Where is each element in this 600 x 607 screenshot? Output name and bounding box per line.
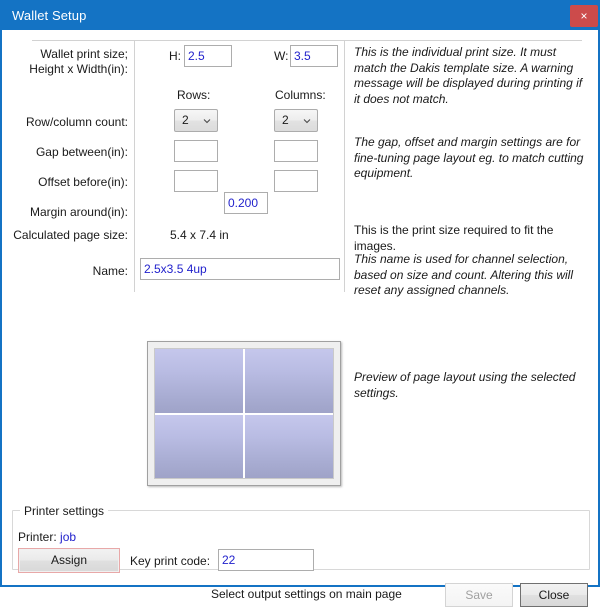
rows-header: Rows: — [177, 88, 211, 102]
assign-button[interactable]: Assign — [18, 548, 120, 573]
columns-header: Columns: — [275, 88, 326, 102]
printer-prefix: Printer: — [18, 530, 57, 544]
help-gap-offset-margin: The gap, offset and margin settings are … — [354, 135, 584, 180]
preview-cell — [155, 349, 243, 413]
chevron-down-icon — [203, 117, 211, 125]
calculated-page-size-value: 5.4 x 7.4 in — [170, 228, 229, 242]
print-size-label-line1: Wallet print size; — [40, 47, 128, 61]
preview-cell — [245, 414, 333, 478]
gap-rows-input[interactable] — [174, 140, 218, 162]
columns-count-select[interactable]: 2 — [274, 109, 318, 132]
offset-rows-input[interactable] — [174, 170, 218, 192]
height-input[interactable] — [184, 45, 232, 67]
name-label: Name: — [92, 264, 128, 278]
print-size-label-line2: Height x Width(in): — [29, 62, 128, 76]
preview-cell — [155, 414, 243, 478]
output-settings-note: Select output settings on main page — [211, 587, 402, 601]
columns-count-value: 2 — [282, 113, 289, 127]
printer-settings-title: Printer settings — [20, 504, 109, 518]
title-bar: Wallet Setup × — [2, 2, 600, 30]
key-print-code-input[interactable] — [218, 549, 314, 571]
help-calculated: This is the print size required to fit t… — [354, 223, 554, 253]
rows-count-value: 2 — [182, 113, 189, 127]
rowcol-count-label: Row/column count: — [25, 115, 128, 129]
close-icon[interactable]: × — [570, 5, 598, 27]
name-input[interactable] — [140, 258, 340, 280]
wallet-setup-dialog: Wallet Setup × Wallet print size; Height… — [0, 0, 600, 607]
label-column-divider — [134, 40, 135, 292]
preview-grid — [154, 348, 334, 479]
gap-between-label: Gap between(in): — [35, 145, 128, 159]
window-title: Wallet Setup — [12, 8, 87, 23]
gap-columns-input[interactable] — [274, 140, 318, 162]
preview-cell — [245, 349, 333, 413]
offset-columns-input[interactable] — [274, 170, 318, 192]
help-name: This name is used for channel selection,… — [354, 252, 574, 297]
margin-around-label: Margin around(in): — [29, 205, 128, 219]
help-preview: Preview of page layout using the selecte… — [354, 370, 576, 400]
printer-label: Printer: job — [18, 530, 76, 544]
height-prefix-label: H: — [169, 49, 181, 63]
page-layout-preview — [147, 341, 341, 486]
printer-value: job — [60, 530, 77, 544]
chevron-down-icon — [303, 117, 311, 125]
width-prefix-label: W: — [274, 49, 289, 63]
dialog-body: Wallet print size; Height x Width(in): H… — [2, 30, 598, 607]
key-print-code-label: Key print code: — [130, 554, 211, 568]
help-column-divider — [344, 40, 345, 292]
width-input[interactable] — [290, 45, 338, 67]
top-divider — [32, 40, 582, 41]
rows-count-select[interactable]: 2 — [174, 109, 218, 132]
calculated-page-size-label: Calculated page size: — [13, 228, 128, 242]
offset-before-label: Offset before(in): — [38, 175, 128, 189]
margin-input[interactable] — [224, 192, 268, 214]
help-print-size: This is the individual print size. It mu… — [354, 45, 583, 106]
